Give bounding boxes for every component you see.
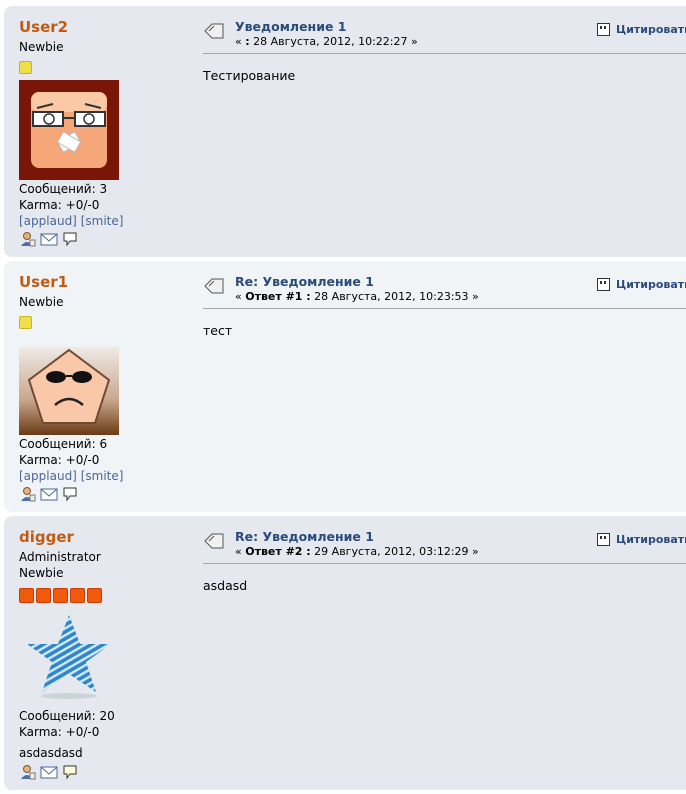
quote-label: Цитировать — [616, 23, 686, 36]
post-icon — [204, 533, 224, 549]
signature-text: asdasdasd — [19, 746, 83, 760]
post-title-link[interactable]: Уведомление 1 — [235, 19, 346, 34]
post-body: asdasd — [203, 578, 248, 593]
reply-number: Ответ #2 : — [245, 545, 311, 558]
member-rank: Newbie — [19, 40, 64, 54]
poster-icons — [20, 231, 78, 247]
member-group: Administrator — [19, 550, 101, 564]
post: User2 Newbie Сообщений: 3 Karma: +0/-0 [ — [4, 6, 686, 257]
separator — [203, 53, 686, 54]
separator — [203, 308, 686, 309]
date-prefix: « — [235, 35, 246, 48]
post-count: Сообщений: 6 — [19, 437, 108, 451]
message-icon[interactable] — [62, 486, 78, 502]
quote-button[interactable]: Цитировать — [597, 533, 686, 546]
post-title-link[interactable]: Re: Уведомление 1 — [235, 529, 374, 544]
poster-icons — [20, 764, 78, 780]
message-icon[interactable] — [62, 231, 78, 247]
poster-icons — [20, 486, 78, 502]
rank-star-icon — [19, 316, 32, 329]
quote-icon — [597, 278, 610, 291]
date-prefix: « — [235, 545, 246, 558]
quote-icon — [597, 533, 610, 546]
post-date: « Ответ #1 : 28 Августа, 2012, 10:23:53 … — [235, 290, 479, 303]
post-header: Re: Уведомление 1 « Ответ #2 : 29 Август… — [203, 526, 686, 558]
rank-star-icon — [53, 588, 68, 603]
post-header: Уведомление 1 « : 28 Августа, 2012, 10:2… — [203, 16, 686, 48]
email-icon[interactable] — [40, 764, 58, 780]
applaud-link[interactable]: [applaud] — [19, 469, 77, 483]
karma-links: [applaud] [smite] — [19, 214, 123, 228]
post-body: тест — [203, 323, 233, 338]
post-header: Re: Уведомление 1 « Ответ #1 : 28 Август… — [203, 271, 686, 303]
message-icon[interactable] — [62, 764, 78, 780]
rank-star-icon — [19, 588, 34, 603]
rank-star-icon — [19, 61, 32, 74]
username-link[interactable]: User1 — [19, 273, 68, 291]
quote-button[interactable]: Цитировать — [597, 23, 686, 36]
quote-icon — [597, 23, 610, 36]
avatar — [19, 612, 119, 700]
avatar — [19, 80, 119, 180]
profile-icon[interactable] — [20, 764, 36, 780]
member-rank: Newbie — [19, 295, 64, 309]
applaud-link[interactable]: [applaud] — [19, 214, 77, 228]
karma: Karma: +0/-0 — [19, 725, 100, 739]
profile-icon[interactable] — [20, 486, 36, 502]
post: User1 Newbie Сообщений: 6 Karma: +0/-0 [… — [4, 261, 686, 512]
email-icon[interactable] — [40, 231, 58, 247]
member-rank: Newbie — [19, 566, 64, 580]
date-prefix: « — [235, 290, 246, 303]
post-body: Тестирование — [203, 68, 296, 83]
quote-label: Цитировать — [616, 278, 686, 291]
avatar — [19, 347, 119, 435]
date-text: 28 Августа, 2012, 10:23:53 » — [310, 290, 479, 303]
post-title-link[interactable]: Re: Уведомление 1 — [235, 274, 374, 289]
rank-star-icon — [36, 588, 51, 603]
email-icon[interactable] — [40, 486, 58, 502]
username-link[interactable]: User2 — [19, 18, 68, 36]
karma: Karma: +0/-0 — [19, 198, 100, 212]
smite-link[interactable]: [smite] — [81, 469, 124, 483]
post-count: Сообщений: 20 — [19, 709, 115, 723]
reply-number: Ответ #1 : — [245, 290, 311, 303]
rank-star-icon — [87, 588, 102, 603]
date-text: 29 Августа, 2012, 03:12:29 » — [310, 545, 479, 558]
rank-star-icon — [70, 588, 85, 603]
separator — [203, 563, 686, 564]
profile-icon[interactable] — [20, 231, 36, 247]
quote-button[interactable]: Цитировать — [597, 278, 686, 291]
karma: Karma: +0/-0 — [19, 453, 100, 467]
post-count: Сообщений: 3 — [19, 182, 108, 196]
karma-links: [applaud] [smite] — [19, 469, 123, 483]
post-icon — [204, 278, 224, 294]
post-icon — [204, 23, 224, 39]
quote-label: Цитировать — [616, 533, 686, 546]
username-link[interactable]: digger — [19, 528, 74, 546]
post-date: « : 28 Августа, 2012, 10:22:27 » — [235, 35, 418, 48]
date-text: 28 Августа, 2012, 10:22:27 » — [249, 35, 418, 48]
post-date: « Ответ #2 : 29 Августа, 2012, 03:12:29 … — [235, 545, 479, 558]
smite-link[interactable]: [smite] — [81, 214, 124, 228]
post: digger Administrator Newbie Сообщений: 2… — [4, 516, 686, 790]
